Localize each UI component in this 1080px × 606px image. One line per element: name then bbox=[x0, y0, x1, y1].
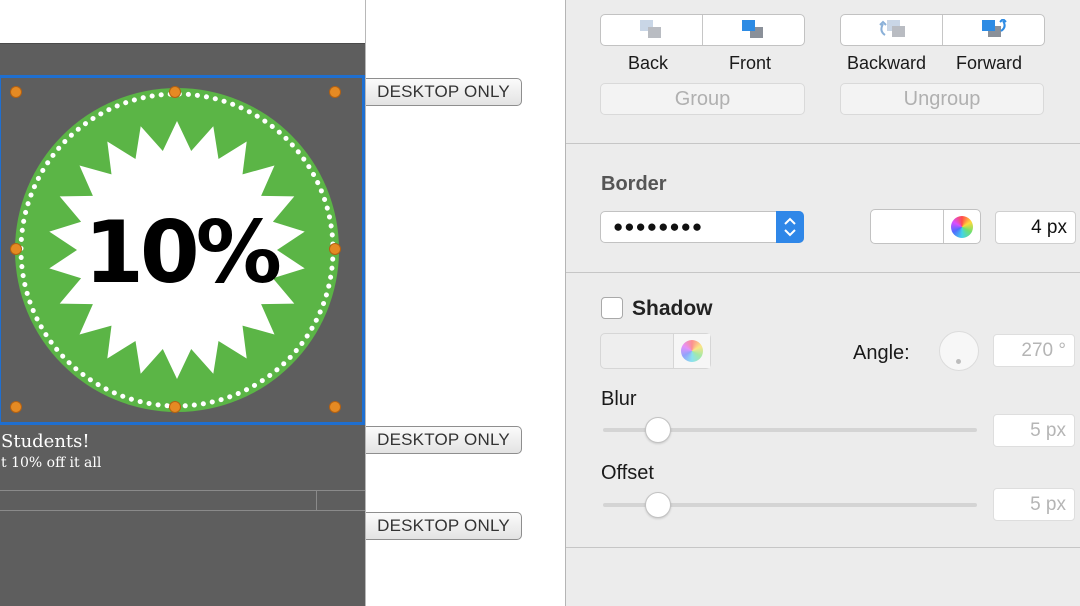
color-wheel-button[interactable] bbox=[673, 334, 710, 368]
send-backward-icon bbox=[878, 20, 905, 37]
desktop-only-tag[interactable]: DESKTOP ONLY bbox=[366, 426, 522, 454]
canvas-top-strip bbox=[0, 0, 365, 44]
color-wheel-button[interactable] bbox=[943, 210, 980, 243]
back-button[interactable] bbox=[601, 15, 702, 45]
divider-line bbox=[0, 510, 365, 511]
offset-slider-knob[interactable] bbox=[645, 492, 671, 518]
front-label: Front bbox=[729, 53, 772, 73]
divider-line bbox=[0, 490, 365, 491]
shadow-label[interactable]: Shadow bbox=[632, 297, 713, 321]
blur-label: Blur bbox=[601, 388, 637, 410]
angle-label: Angle: bbox=[853, 342, 910, 364]
shadow-checkbox[interactable] bbox=[601, 297, 623, 319]
shadow-color-well[interactable] bbox=[600, 333, 711, 369]
color-wheel-icon bbox=[951, 215, 973, 238]
resize-handle-middle-right[interactable] bbox=[329, 243, 341, 255]
forward-button[interactable] bbox=[942, 15, 1044, 45]
back-label: Back bbox=[628, 53, 669, 73]
section-divider bbox=[566, 143, 1080, 144]
resize-handle-bottom-center[interactable] bbox=[169, 401, 181, 413]
offset-label: Offset bbox=[601, 462, 654, 484]
border-style-value: ●●●●●●●● bbox=[613, 217, 704, 236]
border-width-field[interactable]: 4 px bbox=[995, 211, 1076, 244]
backward-forward-segmented bbox=[840, 14, 1045, 46]
border-style-select[interactable]: ●●●●●●●● bbox=[600, 211, 804, 243]
forward-label: Forward bbox=[956, 53, 1023, 73]
send-to-back-icon bbox=[639, 20, 661, 38]
desktop-only-tag[interactable]: DESKTOP ONLY bbox=[366, 512, 522, 540]
front-button[interactable] bbox=[702, 15, 804, 45]
backward-label: Backward bbox=[847, 53, 927, 73]
resize-handle-bottom-right[interactable] bbox=[329, 401, 341, 413]
angle-dial[interactable] bbox=[939, 331, 979, 371]
angle-dial-indicator bbox=[956, 359, 961, 364]
offset-field[interactable]: 5 px bbox=[993, 488, 1075, 521]
backward-button[interactable] bbox=[841, 15, 942, 45]
group-button[interactable]: Group bbox=[600, 83, 805, 115]
blur-field[interactable]: 5 px bbox=[993, 414, 1075, 447]
select-stepper bbox=[776, 211, 804, 243]
chevron-up-down-icon bbox=[784, 217, 796, 237]
section-divider bbox=[566, 547, 1080, 548]
caption-heading[interactable]: Students! bbox=[1, 431, 90, 452]
color-wheel-icon bbox=[681, 340, 703, 362]
section-divider bbox=[566, 272, 1080, 273]
resize-handle-middle-left[interactable] bbox=[10, 243, 22, 255]
back-front-segmented bbox=[600, 14, 805, 46]
angle-field[interactable]: 270 ° bbox=[993, 334, 1075, 367]
bring-forward-icon bbox=[981, 19, 1007, 37]
resize-handle-top-center[interactable] bbox=[169, 86, 181, 98]
border-color-well[interactable] bbox=[870, 209, 981, 244]
resize-handle-bottom-left[interactable] bbox=[10, 401, 22, 413]
resize-handle-top-left[interactable] bbox=[10, 86, 22, 98]
canvas-area: 10% Students! t 10% off it all bbox=[0, 0, 366, 606]
caption-subtext[interactable]: t 10% off it all bbox=[1, 455, 101, 471]
resize-handle-top-right[interactable] bbox=[329, 86, 341, 98]
selection-box bbox=[0, 75, 365, 425]
desktop-only-tag[interactable]: DESKTOP ONLY bbox=[366, 78, 522, 106]
blur-slider-knob[interactable] bbox=[645, 417, 671, 443]
divider-line bbox=[316, 490, 317, 510]
border-section-title: Border bbox=[601, 173, 667, 195]
ungroup-button[interactable]: Ungroup bbox=[840, 83, 1044, 115]
bring-to-front-icon bbox=[741, 20, 763, 38]
